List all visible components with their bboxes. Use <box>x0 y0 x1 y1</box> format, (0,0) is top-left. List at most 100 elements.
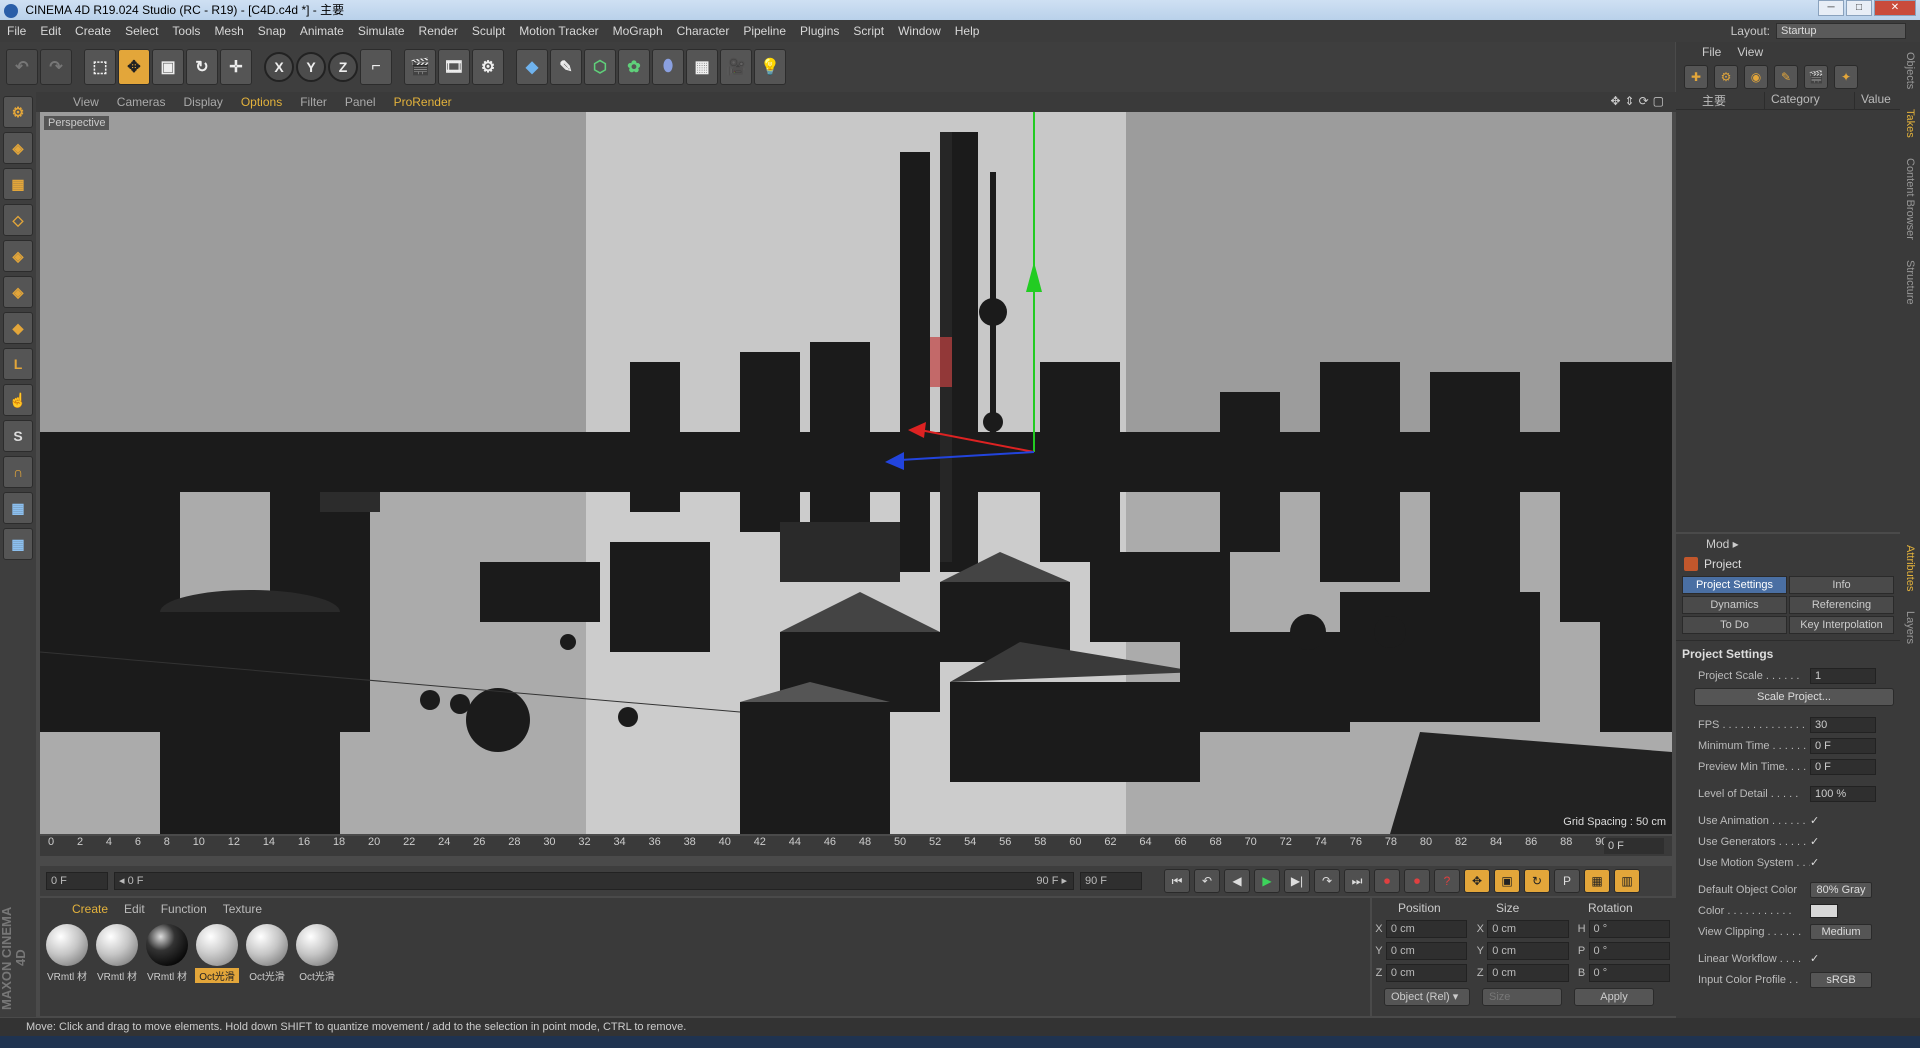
solo-mode-icon[interactable]: S <box>3 420 33 452</box>
go-to-start-icon[interactable]: ⏮ <box>1164 869 1190 893</box>
menu-sculpt[interactable]: Sculpt <box>465 24 512 38</box>
x-axis-lock-button[interactable]: X <box>264 52 294 82</box>
menu-create[interactable]: Create <box>68 24 118 38</box>
attribute-menubar[interactable]: Mod ▸ <box>1676 534 1900 554</box>
tab-structure[interactable]: Structure <box>1904 260 1916 305</box>
rotation-p-field[interactable]: 0 ° <box>1588 942 1670 960</box>
menu-motion-tracker[interactable]: Motion Tracker <box>512 24 605 38</box>
scheme-settings-icon[interactable]: ▥ <box>1614 869 1640 893</box>
menu-file[interactable]: File <box>0 24 33 38</box>
live-selection-icon[interactable]: ⬚ <box>84 49 116 85</box>
go-to-end-icon[interactable]: ⏭ <box>1344 869 1370 893</box>
material-menu-create[interactable]: Create <box>64 902 116 916</box>
scale-tool-icon[interactable]: ▣ <box>152 49 184 85</box>
z-axis-lock-button[interactable]: Z <box>328 52 358 82</box>
size-x-field[interactable]: 0 cm <box>1487 920 1569 938</box>
material-item[interactable]: Oct光滑 <box>294 924 340 983</box>
move-tool-icon[interactable]: ✥ <box>118 49 150 85</box>
menu-window[interactable]: Window <box>891 24 948 38</box>
color-swatch[interactable] <box>1810 903 1838 918</box>
menu-select[interactable]: Select <box>118 24 165 38</box>
key-scale-icon[interactable]: ▣ <box>1494 869 1520 893</box>
viewport-navigation-icons[interactable]: ✥⇕⟳▢ <box>1610 94 1668 108</box>
model-mode-icon[interactable]: ◈ <box>3 132 33 164</box>
menu-render[interactable]: Render <box>412 24 465 38</box>
axis-mode-icon[interactable]: L <box>3 348 33 380</box>
minimize-button[interactable]: ─ <box>1818 0 1844 16</box>
viewport-menu-filter[interactable]: Filter <box>291 95 336 109</box>
pen-spline-icon[interactable]: ✎ <box>550 49 582 85</box>
keyframe-selection-icon[interactable]: ? <box>1434 869 1460 893</box>
material-menu-edit[interactable]: Edit <box>116 902 153 916</box>
render-picture-viewer-icon[interactable]: 🎞 <box>438 49 470 85</box>
current-frame-field[interactable]: 0 F <box>1604 838 1664 854</box>
apply-button[interactable]: Apply <box>1574 988 1654 1006</box>
input-color-profile-dropdown[interactable]: sRGB <box>1810 971 1872 988</box>
previous-key-icon[interactable]: ↶ <box>1194 869 1220 893</box>
record-keys-icon[interactable]: ⏺ <box>1374 869 1400 893</box>
key-parameter-icon[interactable]: P <box>1554 869 1580 893</box>
key-point-level-icon[interactable]: ▦ <box>1584 869 1610 893</box>
autokey-icon[interactable]: ⏺ <box>1404 869 1430 893</box>
preview-min-time-field[interactable]: 0 F <box>1810 758 1876 775</box>
tab-info[interactable]: Info <box>1789 576 1894 594</box>
material-item[interactable]: VRmtl 材 <box>94 924 140 983</box>
material-item[interactable]: VRmtl 材 <box>44 924 90 983</box>
viewport-menu-display[interactable]: Display <box>174 95 231 109</box>
viewport-menu-view[interactable]: View <box>64 95 108 109</box>
edges-mode-icon[interactable]: ◈ <box>3 276 33 308</box>
menu-animate[interactable]: Animate <box>293 24 351 38</box>
perspective-viewport[interactable]: Perspective Grid Spacing : 50 cm <box>40 112 1672 834</box>
size-z-field[interactable]: 0 cm <box>1487 964 1569 982</box>
menu-pipeline[interactable]: Pipeline <box>736 24 793 38</box>
use-motion-system-checkbox[interactable]: ✓ <box>1810 857 1822 869</box>
project-scale-field[interactable]: 1 <box>1810 667 1876 684</box>
layout-dropdown[interactable]: Startup <box>1776 23 1906 39</box>
rotation-h-field[interactable]: 0 ° <box>1588 920 1670 938</box>
material-item[interactable]: Oct光滑 <box>244 924 290 983</box>
rotation-b-field[interactable]: 0 ° <box>1588 964 1670 982</box>
tab-layers[interactable]: Layers <box>1904 611 1916 644</box>
tweak-mode-icon[interactable]: ☝ <box>3 384 33 416</box>
render-settings-icon[interactable]: ⚙ <box>472 49 504 85</box>
menu-mograph[interactable]: MoGraph <box>606 24 670 38</box>
size-y-field[interactable]: 0 cm <box>1487 942 1569 960</box>
level-of-detail-field[interactable]: 100 % <box>1810 785 1876 802</box>
menu-character[interactable]: Character <box>670 24 737 38</box>
view-clipping-dropdown[interactable]: Medium <box>1810 923 1872 940</box>
menu-plugins[interactable]: Plugins <box>793 24 846 38</box>
render-take-icon[interactable]: 🎬 <box>1804 65 1828 89</box>
workplane-icon[interactable]: ◇ <box>3 204 33 236</box>
menu-simulate[interactable]: Simulate <box>351 24 412 38</box>
minimum-time-field[interactable]: 0 F <box>1810 737 1876 754</box>
snap-icon[interactable]: ∩ <box>3 456 33 488</box>
end-frame-field[interactable]: 90 F <box>1080 872 1142 890</box>
menu-mesh[interactable]: Mesh <box>207 24 250 38</box>
tab-content-browser[interactable]: Content Browser <box>1904 158 1916 240</box>
tab-referencing[interactable]: Referencing <box>1789 596 1894 614</box>
previous-frame-icon[interactable]: ◀ <box>1224 869 1250 893</box>
next-frame-icon[interactable]: ▶| <box>1284 869 1310 893</box>
y-axis-lock-button[interactable]: Y <box>296 52 326 82</box>
menu-script[interactable]: Script <box>846 24 891 38</box>
tab-project-settings[interactable]: Project Settings <box>1682 576 1787 594</box>
viewport-menu-options[interactable]: Options <box>232 95 291 109</box>
viewport-menu-prorender[interactable]: ProRender <box>385 95 461 109</box>
camera-icon[interactable]: 🎥 <box>720 49 752 85</box>
undo-icon[interactable]: ↶ <box>6 49 38 85</box>
next-key-icon[interactable]: ↷ <box>1314 869 1340 893</box>
use-animation-checkbox[interactable]: ✓ <box>1810 815 1822 827</box>
fps-field[interactable]: 30 <box>1810 716 1876 733</box>
om-menu-view[interactable]: View <box>1737 45 1763 59</box>
recent-tool-icon[interactable]: ✛ <box>220 49 252 85</box>
lock-take-icon[interactable]: ✦ <box>1834 65 1858 89</box>
default-object-color-dropdown[interactable]: 80% Gray <box>1810 881 1872 898</box>
size-mode-dropdown[interactable]: Size <box>1482 988 1562 1006</box>
add-take-icon[interactable]: ✚ <box>1684 65 1708 89</box>
position-x-field[interactable]: 0 cm <box>1385 920 1468 938</box>
make-editable-icon[interactable]: ⚙ <box>3 96 33 128</box>
tab-to-do[interactable]: To Do <box>1682 616 1787 634</box>
maximize-button[interactable]: □ <box>1846 0 1872 16</box>
tab-dynamics[interactable]: Dynamics <box>1682 596 1787 614</box>
preview-range-slider[interactable]: ◂ 0 F 90 F ▸ <box>114 872 1074 890</box>
